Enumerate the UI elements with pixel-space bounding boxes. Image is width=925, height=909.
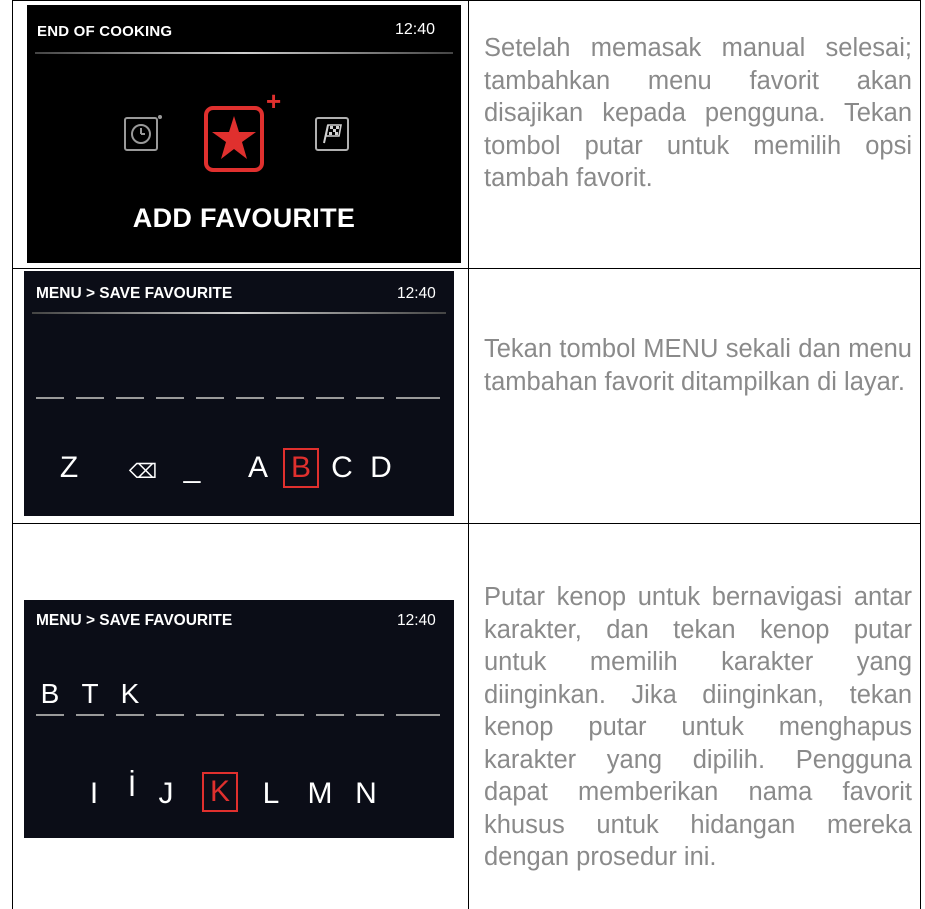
entry-slot xyxy=(156,714,184,716)
character-option[interactable]: N xyxy=(352,777,380,811)
finish-flag-icon[interactable] xyxy=(313,113,353,153)
selected-character[interactable]: K xyxy=(205,775,235,809)
oven-display-save-favourite-entered: MENU > SAVE FAVOURITE 12:40 B T K I İ J … xyxy=(24,600,454,838)
entry-slot xyxy=(116,714,144,716)
screen-title-rule xyxy=(35,52,453,54)
screen-time: 12:40 xyxy=(397,612,436,629)
entry-slot xyxy=(316,714,344,716)
row-divider xyxy=(12,523,921,524)
entry-slot xyxy=(276,397,304,399)
oven-display-end-of-cooking: END OF COOKING 12:40 + ADD FAVOURITE xyxy=(27,5,461,263)
screen-title: MENU > SAVE FAVOURITE xyxy=(36,285,233,302)
entry-slot xyxy=(356,397,384,399)
row-description: Putar kenop untuk bernavigasi antar kara… xyxy=(484,583,912,871)
entry-slot xyxy=(356,714,384,716)
entered-character: B xyxy=(40,678,60,709)
character-option[interactable]: D xyxy=(367,451,395,485)
character-option[interactable]: İ xyxy=(122,770,142,804)
entry-slot xyxy=(116,397,144,399)
entry-slot xyxy=(196,397,224,399)
space-character-option[interactable]: _ xyxy=(177,451,207,485)
table-border-right xyxy=(920,0,921,909)
column-divider xyxy=(468,0,469,909)
entry-slot xyxy=(396,397,440,399)
screen-title: END OF COOKING xyxy=(37,23,173,40)
entered-character: K xyxy=(120,678,140,709)
screen-time: 12:40 xyxy=(397,285,436,302)
entry-slot xyxy=(236,714,264,716)
entry-slot xyxy=(396,714,440,716)
table-border-left xyxy=(12,0,13,909)
row-description: Setelah memasak manual selesai; tambahka… xyxy=(484,34,912,192)
entry-slot xyxy=(76,397,104,399)
screen-title-rule xyxy=(32,312,446,314)
character-option[interactable]: C xyxy=(328,451,356,485)
screen-title: MENU > SAVE FAVOURITE xyxy=(36,612,233,629)
row-description: Tekan tombol MENU sekali dan menu tambah… xyxy=(484,335,912,396)
oven-display-save-favourite: MENU > SAVE FAVOURITE 12:40 Z ⌫ _ A B C … xyxy=(24,271,454,516)
add-favourite-label: ADD FAVOURITE xyxy=(132,203,356,233)
timer-icon[interactable] xyxy=(122,113,162,153)
plus-mark: + xyxy=(266,86,282,116)
character-option[interactable]: M xyxy=(305,777,335,811)
character-option[interactable]: Z xyxy=(56,451,82,485)
entry-slot xyxy=(156,397,184,399)
character-option[interactable]: I xyxy=(84,777,104,811)
selected-character[interactable]: B xyxy=(286,451,316,485)
star-icon[interactable] xyxy=(203,99,275,175)
table-border-top xyxy=(12,0,921,1)
screen-time: 12:40 xyxy=(395,21,436,38)
entry-slot xyxy=(76,714,104,716)
character-option[interactable]: A xyxy=(245,451,271,485)
entry-slot xyxy=(36,714,64,716)
character-option[interactable]: J xyxy=(154,777,178,811)
character-option[interactable]: L xyxy=(258,777,284,811)
entry-slot xyxy=(276,714,304,716)
entry-slot xyxy=(36,397,64,399)
backspace-icon[interactable]: ⌫ xyxy=(128,459,158,484)
entry-slot xyxy=(196,714,224,716)
entry-slot xyxy=(236,397,264,399)
entered-character: T xyxy=(81,678,99,709)
entry-slot xyxy=(316,397,344,399)
row-divider xyxy=(12,268,921,269)
